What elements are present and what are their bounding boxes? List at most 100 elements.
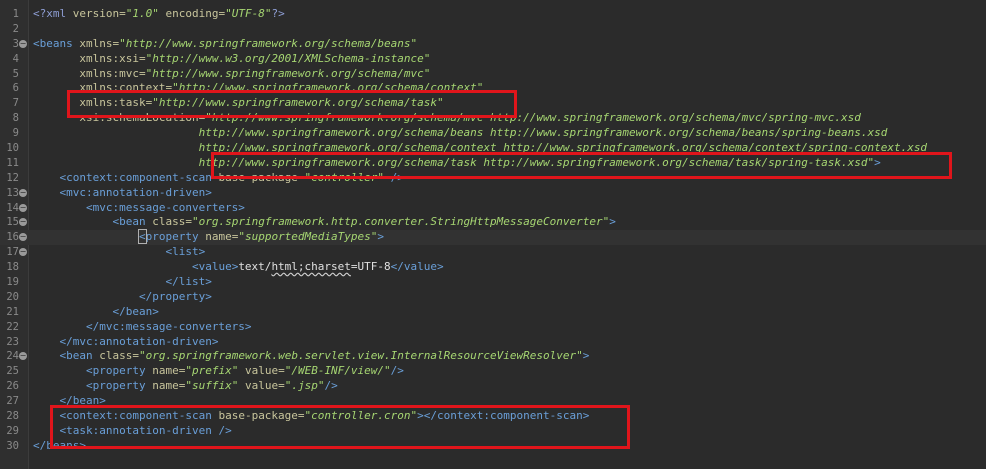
code-line[interactable]: 20 </property> — [0, 290, 986, 305]
code-token: "supportedMediaTypes" — [238, 230, 378, 244]
highlight-box-task-config — [50, 405, 630, 449]
code-token: "org.springframework.http.converter.Stri… — [191, 215, 610, 229]
line-number: 6 — [12, 82, 19, 95]
code-line[interactable]: 3− <beans xmlns="http://www.springframewo… — [0, 37, 986, 52]
code-token: "suffix" — [185, 379, 239, 393]
code-token: <beans — [33, 36, 73, 50]
code-token: <mvc:message-converters> — [85, 200, 245, 214]
code-token: <bean — [112, 215, 146, 229]
fold-collapse-icon[interactable]: − — [19, 352, 27, 361]
line-number: 2 — [12, 22, 19, 35]
code-line[interactable]: 14− <mvc:message-converters> — [0, 201, 986, 216]
code-line[interactable]: 4 xmlns:xsi="http://www.w3.org/2001/XMLS… — [0, 52, 986, 67]
fold-collapse-icon[interactable]: − — [19, 203, 27, 212]
code-token: "UTF-8" — [225, 7, 272, 20]
code-line[interactable]: 22 </mvc:message-converters> — [0, 320, 986, 335]
code-line[interactable]: 2 — [0, 22, 986, 37]
line-number: 11 — [6, 156, 19, 169]
line-number: 27 — [6, 395, 19, 408]
code-token: "http://www.springframework.org/schema/m… — [145, 66, 431, 80]
line-number: 15 — [6, 216, 19, 229]
code-token: <list> — [165, 245, 206, 259]
code-line[interactable]: 21 </bean> — [0, 305, 986, 320]
code-token: class= — [152, 215, 192, 229]
code-line[interactable]: 18 <value>text/html;charset=UTF-8</value… — [0, 260, 986, 275]
highlight-box-schema-task — [211, 152, 952, 179]
code-line[interactable]: 13− <mvc:annotation-driven> — [0, 186, 986, 201]
code-token: "http://www.springframework.org/schema/b… — [119, 36, 418, 50]
code-text: <?xml version="1.0" encoding="UTF-8"?> — [33, 7, 285, 22]
code-token: </bean> — [112, 304, 159, 318]
code-token: <property — [85, 364, 146, 378]
code-line[interactable]: 24− <bean class="org.springframework.web… — [0, 349, 986, 364]
code-text: </bean> — [33, 304, 159, 320]
code-line[interactable]: 9 http://www.springframework.org/schema/… — [0, 126, 986, 141]
code-token: </property> — [138, 289, 212, 303]
code-text: <mvc:message-converters> — [33, 201, 245, 216]
line-number: 25 — [6, 365, 19, 378]
code-token: ".jsp" — [284, 379, 325, 393]
line-number: 30 — [6, 439, 19, 452]
line-number: 5 — [12, 67, 19, 80]
code-token: xmlns= — [79, 36, 120, 50]
code-token: property — [145, 230, 199, 244]
line-number: 12 — [6, 171, 19, 184]
line-number: 22 — [6, 320, 19, 333]
code-line[interactable]: 25 <property name="prefix" value="/WEB-I… — [0, 364, 986, 379]
code-token: < — [138, 229, 147, 245]
line-number: 28 — [6, 410, 19, 423]
line-number: 7 — [12, 97, 19, 110]
code-token: value= — [244, 364, 285, 378]
code-token: "1.0" — [125, 7, 159, 20]
code-line[interactable]: 19 </list> — [0, 275, 986, 290]
code-token: /> — [390, 364, 404, 378]
fold-collapse-icon[interactable]: − — [19, 188, 27, 197]
code-token: name= — [205, 230, 239, 244]
code-token: > — [609, 215, 616, 229]
line-number: 10 — [6, 142, 19, 155]
code-line[interactable]: 23 </mvc:annotation-driven> — [0, 335, 986, 350]
code-text: <mvc:annotation-driven> — [33, 186, 212, 201]
fold-collapse-icon[interactable]: − — [19, 233, 27, 242]
code-line[interactable]: 17− <list> — [0, 245, 986, 260]
line-number: 18 — [6, 261, 19, 274]
code-text: <property name="suffix" value=".jsp"/> — [33, 379, 338, 394]
code-token: name= — [152, 364, 186, 378]
line-number: 21 — [6, 305, 19, 318]
code-token: html;charset — [271, 260, 351, 274]
line-number: 3 — [12, 37, 19, 50]
code-token: > — [582, 349, 590, 363]
code-text: </property> — [33, 290, 212, 305]
code-line[interactable]: 1 <?xml version="1.0" encoding="UTF-8"?> — [0, 7, 986, 22]
code-area[interactable]: 1 <?xml version="1.0" encoding="UTF-8"?> 2… — [0, 7, 986, 454]
line-number: 14 — [6, 201, 19, 214]
line-number: 20 — [6, 290, 19, 303]
xml-editor[interactable]: 1 <?xml version="1.0" encoding="UTF-8"?> 2… — [0, 0, 986, 469]
code-token: </value> — [390, 260, 444, 274]
code-line[interactable]: 16− <property name="supportedMediaTypes"… — [0, 229, 986, 246]
code-line[interactable]: 26 <property name="suffix" value=".jsp"/… — [0, 379, 986, 394]
code-token: http://www.springframework.org/schema/be… — [198, 126, 888, 140]
line-number: 17 — [6, 246, 19, 259]
code-text: <bean class="org.springframework.web.ser… — [33, 349, 590, 364]
line-number: 8 — [12, 112, 19, 125]
fold-collapse-icon[interactable]: − — [19, 218, 27, 227]
code-token: <property — [85, 379, 146, 393]
code-line[interactable]: 5 xmlns:mvc="http://www.springframework.… — [0, 67, 986, 82]
code-token: <?xml — [33, 7, 73, 20]
code-token: text/ — [238, 260, 272, 274]
code-token: <bean — [59, 349, 93, 363]
fold-collapse-icon[interactable]: − — [19, 248, 27, 257]
code-text: <value>text/html;charset=UTF-8</value> — [33, 260, 444, 275]
fold-collapse-icon[interactable]: − — [19, 39, 27, 48]
code-token: "org.springframework.web.servlet.view.In… — [139, 349, 583, 363]
code-line[interactable]: 15− <bean class="org.springframework.htt… — [0, 215, 986, 230]
code-token: <mvc:annotation-driven> — [59, 185, 212, 199]
